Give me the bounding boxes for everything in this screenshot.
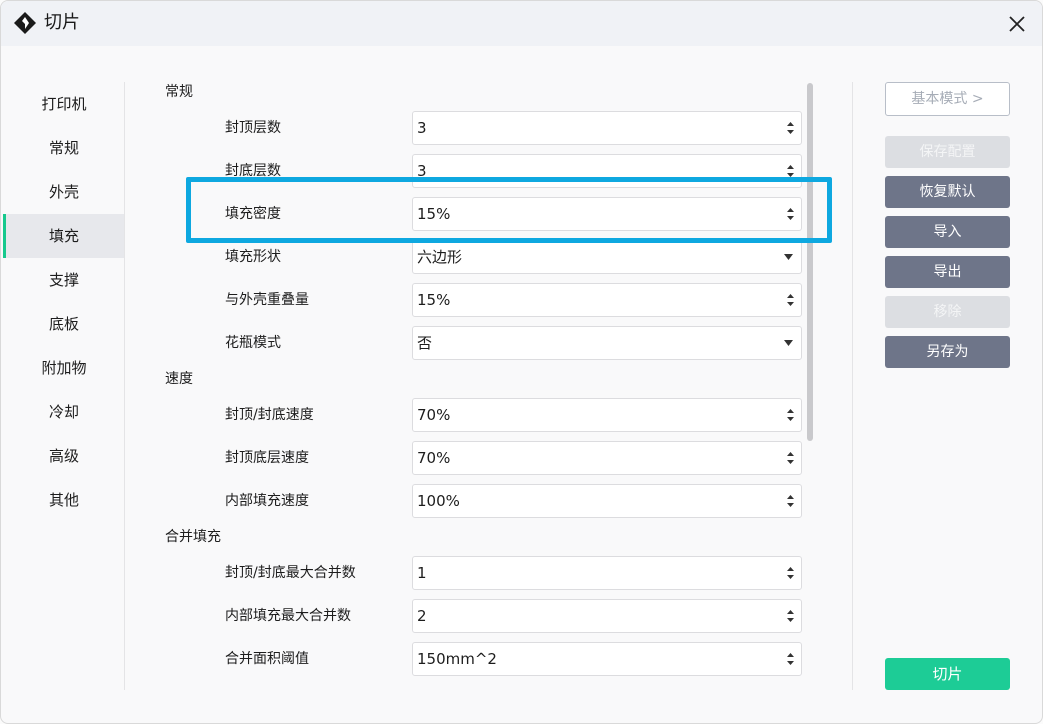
shell-overlap-value: 15% — [417, 291, 451, 309]
sidebar-item-support[interactable]: 支撑 — [3, 258, 125, 302]
top-layers-value: 3 — [417, 119, 427, 137]
top-bottom-layer-speed-value: 70% — [417, 449, 451, 467]
settings-sidebar: 打印机 常规 外壳 填充 支撑 底板 附加物 冷却 高级 其他 — [3, 82, 125, 692]
section-title-merge-infill: 合并填充 — [165, 529, 221, 545]
import-button[interactable]: 导入 — [885, 216, 1010, 248]
close-icon[interactable] — [1002, 9, 1032, 39]
shell-overlap-spinbox[interactable]: 15% — [412, 283, 802, 317]
vase-mode-value: 否 — [417, 334, 433, 352]
internal-infill-speed-value: 100% — [417, 492, 460, 510]
field-label-top-bottom-layer-speed: 封顶底层速度 — [225, 450, 309, 466]
field-label-vase-mode: 花瓶模式 — [225, 335, 281, 351]
chevron-down-icon — [784, 254, 793, 260]
sidebar-item-shell[interactable]: 外壳 — [3, 170, 125, 214]
slice-settings-window: 切片 打印机 常规 外壳 填充 支撑 底板 附加物 冷却 高级 其他 常规 封顶… — [0, 0, 1043, 724]
restore-default-button[interactable]: 恢复默认 — [885, 176, 1010, 208]
sidebar-item-raft[interactable]: 底板 — [3, 302, 125, 346]
infill-pattern-value: 六边形 — [417, 248, 463, 266]
internal-infill-speed-spinbox[interactable]: 100% — [412, 484, 802, 518]
spin-arrows-icon[interactable] — [786, 493, 795, 509]
infill-density-spinbox[interactable]: 15% — [412, 197, 802, 231]
scrollbar-thumb[interactable] — [807, 83, 813, 441]
basic-mode-button[interactable]: 基本模式 > — [885, 82, 1010, 116]
field-label-top-layers: 封顶层数 — [225, 120, 281, 136]
sidebar-item-general[interactable]: 常规 — [3, 126, 125, 170]
spin-arrows-icon[interactable] — [786, 163, 795, 179]
field-label-merge-area-threshold: 合并面积阈值 — [225, 651, 309, 667]
sidebar-item-other[interactable]: 其他 — [3, 478, 125, 522]
settings-panel: 常规 封顶层数 3 封底层数 3 填充密度 15% 填充形状 六边形 与外壳重叠… — [125, 82, 815, 692]
vase-mode-dropdown[interactable]: 否 — [412, 326, 802, 360]
title-bar: 切片 — [1, 1, 1042, 46]
chevron-down-icon — [784, 340, 793, 346]
top-layers-spinbox[interactable]: 3 — [412, 111, 802, 145]
top-bottom-max-merge-value: 1 — [417, 564, 427, 582]
sidebar-item-advanced[interactable]: 高级 — [3, 434, 125, 478]
spin-arrows-icon[interactable] — [786, 565, 795, 581]
spin-arrows-icon[interactable] — [786, 608, 795, 624]
field-label-top-bottom-speed: 封顶/封底速度 — [225, 407, 314, 423]
slice-button[interactable]: 切片 — [885, 658, 1010, 690]
export-button[interactable]: 导出 — [885, 256, 1010, 288]
sidebar-item-infill[interactable]: 填充 — [3, 214, 125, 258]
field-label-internal-max-merge: 内部填充最大合并数 — [225, 608, 351, 624]
field-label-infill-density: 填充密度 — [225, 206, 281, 222]
spin-arrows-icon[interactable] — [786, 651, 795, 667]
window-title: 切片 — [44, 12, 80, 33]
bottom-layers-value: 3 — [417, 162, 427, 180]
sidebar-item-cooling[interactable]: 冷却 — [3, 390, 125, 434]
field-label-bottom-layers: 封底层数 — [225, 163, 281, 179]
top-bottom-layer-speed-spinbox[interactable]: 70% — [412, 441, 802, 475]
infill-pattern-dropdown[interactable]: 六边形 — [412, 240, 802, 274]
merge-area-threshold-value: 150mm^2 — [417, 650, 497, 668]
field-label-shell-overlap: 与外壳重叠量 — [225, 292, 309, 308]
sidebar-item-printer[interactable]: 打印机 — [3, 82, 125, 126]
internal-max-merge-value: 2 — [417, 607, 427, 625]
save-config-button[interactable]: 保存配置 — [885, 136, 1010, 168]
spin-arrows-icon[interactable] — [786, 206, 795, 222]
spin-arrows-icon[interactable] — [786, 120, 795, 136]
sidebar-item-additions[interactable]: 附加物 — [3, 346, 125, 390]
spin-arrows-icon[interactable] — [786, 407, 795, 423]
spin-arrows-icon[interactable] — [786, 292, 795, 308]
actions-divider — [852, 82, 853, 690]
top-bottom-max-merge-spinbox[interactable]: 1 — [412, 556, 802, 590]
top-bottom-speed-spinbox[interactable]: 70% — [412, 398, 802, 432]
save-as-button[interactable]: 另存为 — [885, 336, 1010, 368]
section-title-speed: 速度 — [165, 371, 193, 387]
infill-density-value: 15% — [417, 205, 451, 223]
remove-button[interactable]: 移除 — [885, 296, 1010, 328]
merge-area-threshold-spinbox[interactable]: 150mm^2 — [412, 642, 802, 676]
field-label-infill-pattern: 填充形状 — [225, 249, 281, 265]
section-title-general: 常规 — [165, 84, 193, 100]
top-bottom-speed-value: 70% — [417, 406, 451, 424]
bottom-layers-spinbox[interactable]: 3 — [412, 154, 802, 188]
internal-max-merge-spinbox[interactable]: 2 — [412, 599, 802, 633]
field-label-top-bottom-max-merge: 封顶/封底最大合并数 — [225, 565, 356, 581]
field-label-internal-infill-speed: 内部填充速度 — [225, 493, 309, 509]
spin-arrows-icon[interactable] — [786, 450, 795, 466]
app-logo-icon — [14, 12, 36, 34]
